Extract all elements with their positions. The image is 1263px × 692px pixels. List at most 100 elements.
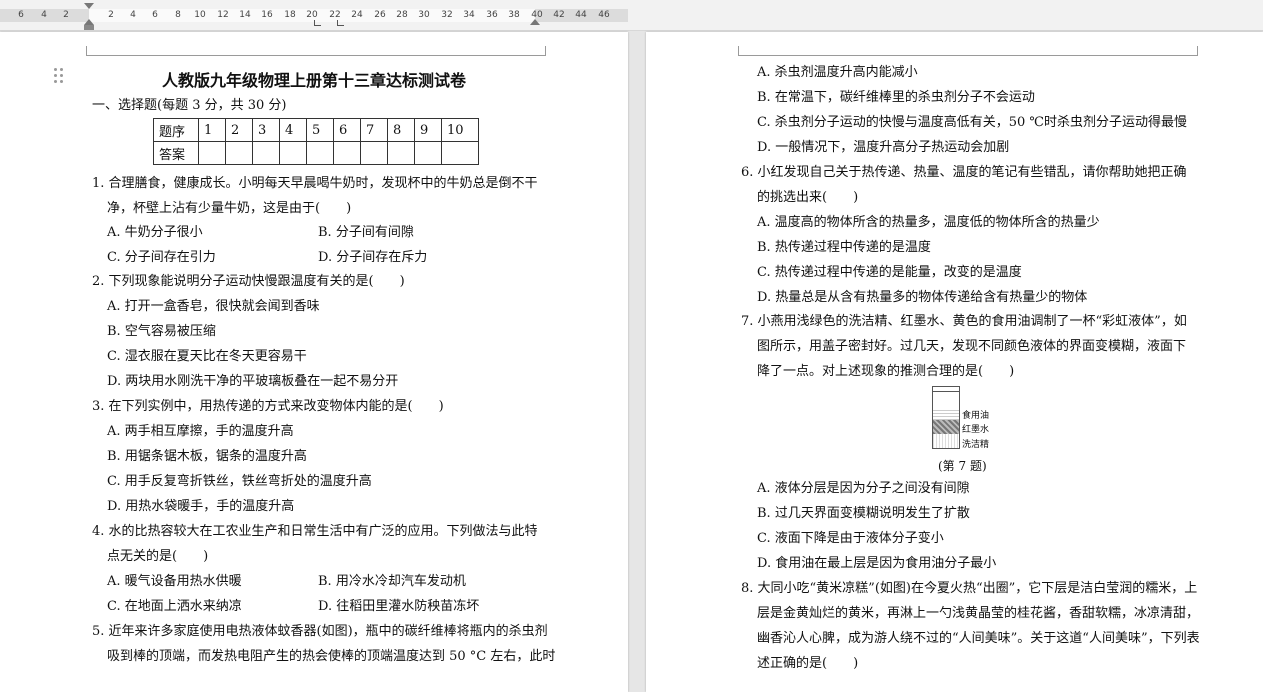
option-text: C. 液面下降是由于液体分子变小 — [757, 531, 944, 546]
ink-layer — [933, 420, 959, 434]
question-text: 降了一点。对上述现象的推测合理的是( ) — [757, 364, 1015, 379]
question-text: 净，杯壁上沾有少量牛奶，这是由于( ) — [107, 201, 352, 216]
answer-cell[interactable] — [306, 141, 334, 165]
option-text: B. 热传递过程中传递的是温度 — [757, 240, 931, 255]
margin-corner-mark — [738, 46, 748, 56]
figure-label: 洗洁精 — [962, 440, 990, 450]
option-text: C. 热传递过程中传递的是能量，改变的是温度 — [757, 265, 1022, 280]
table-cell: 6 — [333, 118, 361, 142]
question-text: 4. 水的比热容较大在工农业生产和日常生活中有广泛的应用。下列做法与此特 — [92, 524, 538, 539]
ruler-tick: 6 — [18, 10, 24, 20]
ruler-tick: 44 — [575, 10, 587, 20]
answer-cell[interactable] — [360, 141, 388, 165]
table-cell: 答案 — [153, 141, 199, 165]
question-text: 8. 大同小吃“黄米凉糕”(如图)在今夏火热“出圈”，它下层是洁白莹润的糯米，上 — [741, 581, 1198, 596]
question-text: 1. 合理膳食，健康成长。小明每天早晨喝牛奶时，发现杯中的牛奶总是倒不干 — [92, 176, 538, 191]
option-text: B. 用冷水冷却汽车发动机 — [318, 574, 466, 589]
option-text: C. 分子间存在引力 — [107, 250, 216, 265]
ruler-tick: 16 — [261, 10, 273, 20]
margin-corner-mark — [536, 46, 546, 56]
question-text: 7. 小燕用浅绿色的洗洁精、红墨水、黄色的食用油调制了一杯“彩虹液体”，如 — [741, 314, 1187, 329]
option-text: B. 在常温下，碳纤维棒里的杀虫剂分子不会运动 — [757, 90, 1035, 105]
ruler-tick: 10 — [194, 10, 206, 20]
ruler-tick: 8 — [175, 10, 181, 20]
question-text: 2. 下列现象能说明分子运动快慢跟温度有关的是( ) — [92, 274, 405, 289]
left-indent-marker[interactable] — [84, 25, 94, 30]
ruler-tick: 2 — [108, 10, 114, 20]
section-heading: 一、选择题(每题 3 分，共 30 分) — [92, 98, 287, 113]
table-cell: 7 — [360, 118, 388, 142]
question-text: 6. 小红发现自己关于热传递、热量、温度的笔记有些错乱，请你帮助她把正确 — [741, 165, 1187, 180]
oil-layer — [933, 408, 959, 420]
option-text: C. 在地面上洒水来纳凉 — [107, 599, 242, 614]
option-text: A. 杀虫剂温度升高内能减小 — [757, 65, 918, 80]
option-text: B. 过几天界面变模糊说明发生了扩散 — [757, 506, 970, 521]
question-text: 的挑选出来( ) — [757, 190, 859, 205]
option-text: A. 两手相互摩擦，手的温度升高 — [107, 424, 294, 439]
horizontal-ruler[interactable]: 6 4 2 2 4 6 8 10 12 14 16 18 20 22 24 26… — [0, 0, 1263, 31]
answer-table: 题序 1 2 3 4 5 6 7 8 9 10 答案 — [153, 118, 479, 165]
ruler-tick: 4 — [41, 10, 47, 20]
right-indent-marker[interactable] — [530, 19, 540, 25]
option-text: D. 分子间存在斥力 — [318, 250, 428, 265]
table-cell: 题序 — [153, 118, 199, 142]
option-text: D. 一般情况下，温度升高分子热运动会加剧 — [757, 140, 1010, 155]
ruler-tick: 30 — [418, 10, 430, 20]
question-text: 述正确的是( ) — [757, 656, 859, 671]
option-text: C. 杀虫剂分子运动的快慢与温度高低有关，50 ℃时杀虫剂分子运动得最慢 — [757, 115, 1187, 130]
tab-stop-marker[interactable] — [314, 20, 321, 26]
table-cell: 4 — [279, 118, 307, 142]
question-text: 5. 近年来许多家庭使用电热液体蚊香器(如图)，瓶中的碳纤维棒将瓶内的杀虫剂 — [92, 624, 548, 639]
ruler-tick: 34 — [463, 10, 475, 20]
ruler-tick: 46 — [598, 10, 610, 20]
ruler-tick: 18 — [284, 10, 296, 20]
answer-cell[interactable] — [252, 141, 280, 165]
option-text: B. 分子间有间隙 — [318, 225, 414, 240]
option-text: B. 用锯条锯木板，锯条的温度升高 — [107, 449, 307, 464]
option-text: A. 温度高的物体所含的热量多，温度低的物体所含的热量少 — [757, 215, 1100, 230]
answer-cell[interactable] — [441, 141, 479, 165]
ruler-tick: 6 — [152, 10, 158, 20]
question-text: 吸到棒的顶端，而发热电阻产生的热会使棒的顶端温度达到 50 °C 左右，此时 — [107, 649, 556, 664]
table-cell: 9 — [414, 118, 442, 142]
table-cell: 3 — [252, 118, 280, 142]
option-text: D. 食用油在最上层是因为食用油分子最小 — [757, 556, 997, 571]
document-title: 人教版九年级物理上册第十三章达标测试卷 — [161, 71, 466, 90]
option-text: C. 湿衣服在夏天比在冬天更容易干 — [107, 349, 307, 364]
answer-cell[interactable] — [387, 141, 415, 165]
ruler-tick: 12 — [217, 10, 229, 20]
option-text: D. 往稻田里灌水防秧苗冻坏 — [318, 599, 480, 614]
question-text: 3. 在下列实例中，用热传递的方式来改变物体内能的是( ) — [92, 399, 444, 414]
question-text: 图所示，用盖子密封好。过几天，发现不同颜色液体的界面变模糊，液面下 — [757, 339, 1187, 354]
option-text: D. 两块用水刚洗干净的平玻璃板叠在一起不易分开 — [107, 374, 399, 389]
option-text: D. 用热水袋暖手，手的温度升高 — [107, 499, 295, 514]
ruler-tick: 42 — [553, 10, 565, 20]
question-text: 幽香沁人心脾，成为游人绕不过的“人间美味”。关于这道“人间美味”，下列表 — [757, 631, 1200, 646]
ruler-tick: 36 — [486, 10, 498, 20]
answer-cell[interactable] — [225, 141, 253, 165]
table-cell: 5 — [306, 118, 334, 142]
table-cell: 1 — [198, 118, 226, 142]
answer-cell[interactable] — [279, 141, 307, 165]
ruler-tick: 32 — [441, 10, 453, 20]
table-cell: 2 — [225, 118, 253, 142]
answer-cell[interactable] — [333, 141, 361, 165]
table-row: 题序 1 2 3 4 5 6 7 8 9 10 — [153, 118, 479, 142]
figure-label: 红墨水 — [962, 425, 990, 435]
ruler-tick: 2 — [63, 10, 69, 20]
table-cell: 8 — [387, 118, 415, 142]
ruler-tick: 28 — [396, 10, 408, 20]
table-row: 答案 — [153, 141, 479, 165]
ruler-tick: 38 — [508, 10, 520, 20]
ruler-tick: 26 — [374, 10, 386, 20]
option-text: A. 液体分层是因为分子之间没有间隙 — [757, 481, 970, 496]
figure-caption: (第 7 题) — [938, 459, 987, 473]
header-line — [96, 55, 536, 56]
option-text: A. 牛奶分子很小 — [107, 225, 203, 240]
header-line — [748, 55, 1188, 56]
tab-stop-marker[interactable] — [337, 20, 344, 26]
answer-cell[interactable] — [198, 141, 226, 165]
question-text: 层是金黄灿烂的黄米，再淋上一勺浅黄晶莹的桂花酱，香甜软糯，冰凉清甜， — [757, 606, 1200, 621]
first-line-indent-marker[interactable] — [84, 3, 94, 9]
answer-cell[interactable] — [414, 141, 442, 165]
